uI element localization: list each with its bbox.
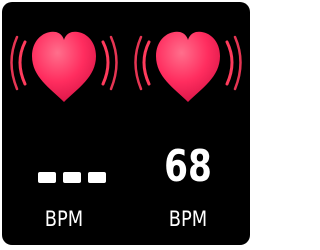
- dash: [88, 172, 106, 183]
- empty-value-placeholder: [38, 172, 106, 186]
- heart-pulse-icon: [134, 22, 242, 104]
- heart-rate-panel-empty: BPM: [2, 2, 126, 245]
- dash: [38, 172, 56, 183]
- heart-pulse-icon: [10, 22, 118, 104]
- unit-label: BPM: [44, 207, 84, 231]
- dash: [63, 172, 81, 183]
- heart-rate-value: 68: [164, 141, 212, 192]
- unit-label: BPM: [168, 207, 208, 231]
- heart-rate-panel: 68 BPM: [126, 2, 250, 245]
- watch-screen: BPM 68 BPM: [2, 2, 250, 245]
